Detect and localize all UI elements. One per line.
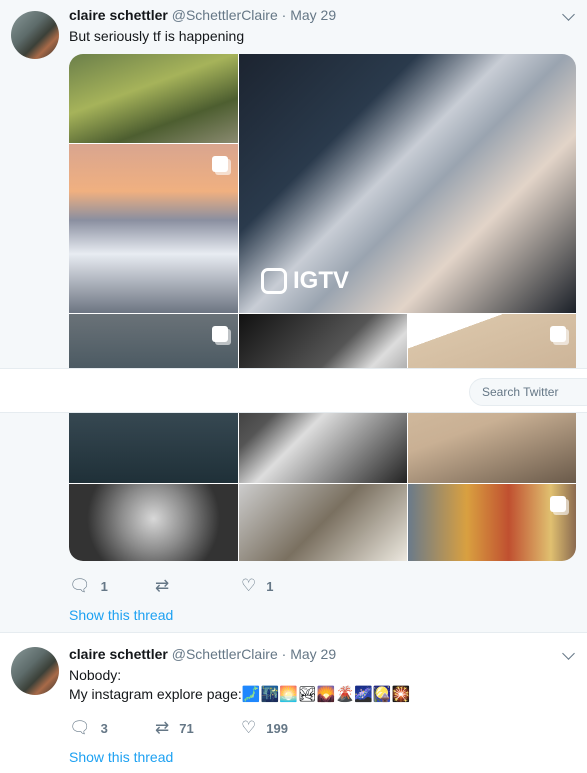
tweet-text: My instagram explore page: (69, 686, 242, 702)
reply-button[interactable]: 🗨︎ 1 (69, 576, 155, 596)
igtv-video[interactable]: IGTV (239, 54, 576, 313)
igtv-label: IGTV (293, 267, 350, 294)
heart-icon: ♡ (241, 718, 257, 737)
search-input[interactable]: Search Twitter (469, 378, 587, 406)
tweet[interactable]: claire schettler @SchettlerClaire · May … (0, 0, 587, 633)
heart-icon: ♡ (241, 576, 257, 595)
like-button[interactable]: ♡ 1 (241, 576, 327, 596)
chevron-down-icon[interactable] (562, 8, 575, 21)
retweet-icon: ⇄ (155, 718, 170, 737)
retweet-button[interactable]: ⇄ 71 (155, 718, 241, 738)
tweet-text: Nobody: (69, 667, 122, 683)
tweet-text-line: My instagram explore page:🗾🌃🌅🏞🌄🌋🌌🎑🎇 (69, 685, 410, 704)
like-count: 1 (266, 578, 274, 594)
reply-icon: 🗨︎ (69, 718, 91, 737)
user-handle[interactable]: @SchettlerClaire (172, 7, 278, 23)
multiple-images-icon (212, 326, 228, 342)
tweet-text: But seriously tf is happening (69, 28, 245, 44)
tweet-date[interactable]: May 29 (290, 7, 336, 23)
top-bar: Search Twitter (0, 368, 587, 413)
avatar[interactable] (11, 11, 59, 59)
tweet-date[interactable]: May 29 (290, 646, 336, 662)
tweet-header: claire schettler @SchettlerClaire · May … (69, 646, 336, 662)
igtv-icon (261, 268, 287, 294)
emoji-sequence: 🗾🌃🌅🏞🌄🌋🌌🎑🎇 (241, 686, 411, 703)
chevron-down-icon[interactable] (562, 647, 575, 660)
retweet-icon: ⇄ (155, 576, 170, 595)
show-thread-link[interactable]: Show this thread (69, 607, 173, 623)
like-button[interactable]: ♡ 199 (241, 718, 327, 738)
reply-button[interactable]: 🗨︎ 3 (69, 718, 155, 738)
image-tile (408, 484, 576, 561)
user-name[interactable]: claire schettler (69, 7, 168, 23)
multiple-images-icon (550, 326, 566, 342)
show-thread-link[interactable]: Show this thread (69, 749, 173, 765)
separator: · (281, 7, 287, 23)
retweet-button[interactable]: ⇄ (155, 576, 241, 596)
reply-count: 1 (100, 578, 108, 594)
separator: · (281, 646, 287, 662)
multiple-images-icon (212, 156, 228, 172)
multiple-images-icon (550, 496, 566, 512)
user-handle[interactable]: @SchettlerClaire (172, 646, 278, 662)
tweet-actions: 🗨︎ 3 ⇄ 71 ♡ 199 (69, 718, 327, 738)
avatar[interactable] (11, 647, 59, 695)
tweet-header: claire schettler @SchettlerClaire · May … (69, 7, 336, 23)
image-tile (69, 144, 238, 313)
image-tile (69, 54, 238, 143)
media-image[interactable]: IGTV (69, 54, 576, 561)
reply-icon: 🗨︎ (69, 576, 91, 595)
tweet-actions: 🗨︎ 1 ⇄ ♡ 1 (69, 576, 327, 596)
user-name[interactable]: claire schettler (69, 646, 168, 662)
reply-count: 3 (100, 720, 108, 736)
image-tile (69, 484, 238, 561)
image-tile (239, 484, 407, 561)
like-count: 199 (266, 720, 288, 736)
retweet-count: 71 (179, 720, 194, 736)
igtv-badge: IGTV (261, 267, 349, 295)
tweet[interactable]: claire schettler @SchettlerClaire · May … (0, 634, 587, 773)
